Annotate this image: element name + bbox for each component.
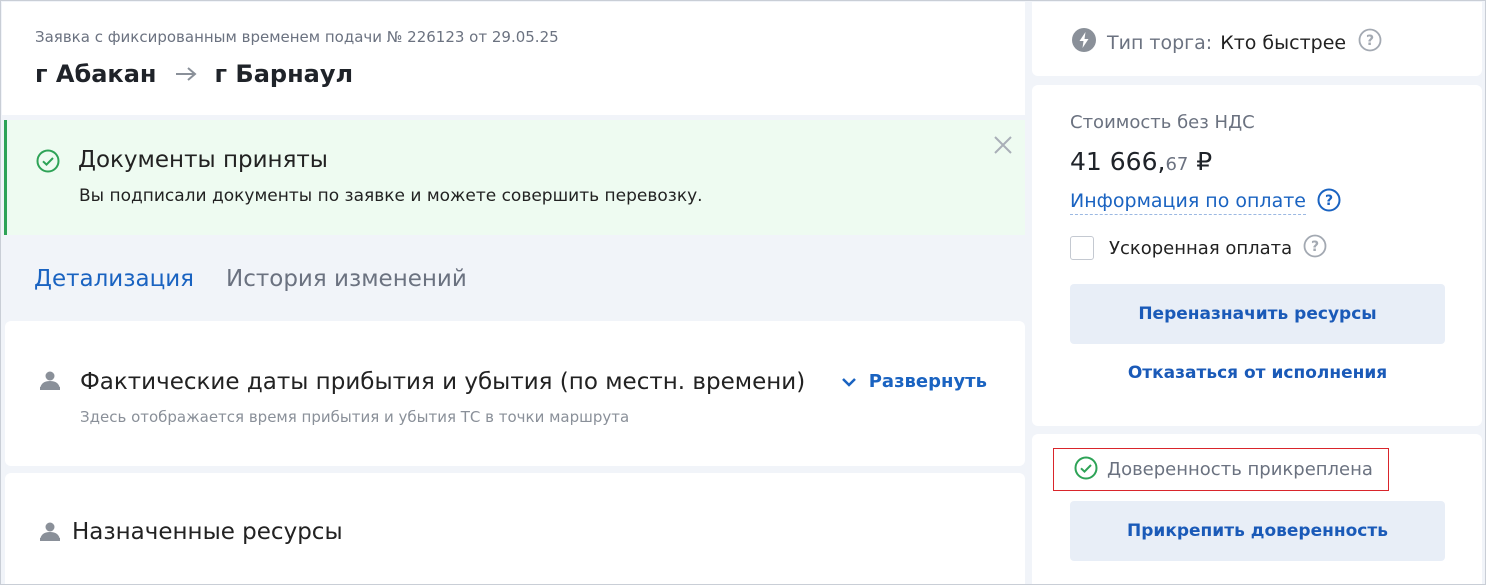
route: г Абакан г Барнаул <box>35 60 353 88</box>
notice-title: Документы приняты <box>78 147 328 173</box>
chevron-down-icon <box>841 377 856 387</box>
order-header: Заявка с фиксированным временем подачи №… <box>2 2 1025 115</box>
attach-proxy-button[interactable]: Прикрепить доверенность <box>1070 501 1445 561</box>
section-title: Фактические даты прибытия и убытия (по м… <box>80 369 806 395</box>
section-title: Назначенные ресурсы <box>72 519 343 545</box>
order-subtitle: Заявка с фиксированным временем подачи №… <box>35 28 559 46</box>
expand-button[interactable]: Развернуть <box>841 371 987 392</box>
person-icon <box>39 520 61 546</box>
trade-type-value: Кто быстрее <box>1220 31 1347 54</box>
person-icon <box>39 369 61 395</box>
section-resources: Назначенные ресурсы <box>5 473 1025 584</box>
route-from: г Абакан <box>35 60 157 88</box>
price-main: 41 666, <box>1070 147 1166 176</box>
fast-payment: Ускоренная оплата ? <box>1070 234 1327 262</box>
close-icon[interactable] <box>993 135 1013 159</box>
proxy-card: Доверенность прикреплена Прикрепить дове… <box>1032 434 1482 584</box>
trade-type: Тип торга: Кто быстрее ? <box>1072 28 1382 57</box>
fast-payment-checkbox[interactable] <box>1070 236 1094 260</box>
help-icon[interactable]: ? <box>1303 234 1327 262</box>
price-label: Стоимость без НДС <box>1070 112 1255 133</box>
trade-type-card: Тип торга: Кто быстрее ? <box>1032 2 1482 76</box>
check-circle-icon <box>36 149 60 177</box>
svg-text:?: ? <box>1311 239 1319 255</box>
price-kopecks: 67 <box>1165 154 1189 175</box>
section-subtitle: Здесь отображается время прибытия и убыт… <box>80 408 630 426</box>
route-to: г Барнаул <box>214 60 354 88</box>
fast-payment-label: Ускоренная оплата <box>1109 237 1293 259</box>
page: Заявка с фиксированным временем подачи №… <box>0 0 1486 585</box>
payment-info: Информация по оплате ? <box>1070 188 1341 216</box>
help-icon[interactable]: ? <box>1317 188 1341 216</box>
notice-text: Вы подписали документы по заявке и может… <box>79 186 703 206</box>
price-card: Стоимость без НДС 41 666,67 ₽ Информация… <box>1032 85 1482 426</box>
proxy-status-text: Доверенность прикреплена <box>1107 459 1373 480</box>
trade-type-label: Тип торга: <box>1107 31 1213 54</box>
price-currency: ₽ <box>1188 147 1213 176</box>
svg-text:?: ? <box>1366 33 1374 49</box>
help-icon[interactable]: ? <box>1358 28 1382 57</box>
section-actual-dates: Фактические даты прибытия и убытия (по м… <box>5 321 1025 466</box>
price-value: 41 666,67 ₽ <box>1070 147 1212 176</box>
arrow-right-icon <box>175 67 197 81</box>
proxy-status: Доверенность прикреплена <box>1053 448 1389 491</box>
refuse-execution-link[interactable]: Отказаться от исполнения <box>1070 363 1445 383</box>
reassign-resources-button[interactable]: Переназначить ресурсы <box>1070 284 1445 344</box>
check-circle-icon <box>1074 456 1098 484</box>
success-notice: Документы приняты Вы подписали документы… <box>4 120 1025 235</box>
payment-info-link[interactable]: Информация по оплате <box>1070 190 1306 215</box>
expand-label: Развернуть <box>868 371 987 392</box>
lightning-icon <box>1072 28 1096 57</box>
tab-history[interactable]: История изменений <box>226 266 467 292</box>
tab-details[interactable]: Детализация <box>34 266 194 292</box>
svg-text:?: ? <box>1325 193 1333 209</box>
